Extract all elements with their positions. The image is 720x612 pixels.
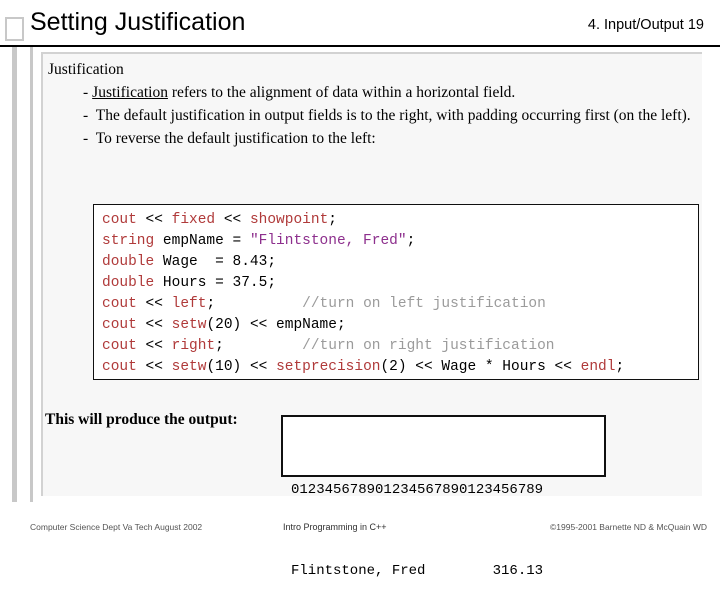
code-token-kw: showpoint (249, 212, 329, 228)
chapter-label: 4. Input/Output 19 (587, 17, 704, 33)
code-line: cout << left; //turn on left justificati… (102, 294, 698, 315)
bullet-item-text: The default justification in output fiel… (92, 107, 691, 124)
code-block: cout << fixed << showpoint; string empNam… (93, 204, 699, 380)
bullet-list: Justification - Justification refers to t… (48, 60, 693, 151)
code-token-kw: string (102, 233, 155, 249)
bullet-heading: Justification (48, 61, 124, 78)
code-token-pl: ; (215, 338, 224, 354)
bullet-dash: - (83, 130, 89, 147)
code-token-str: "Flintstone, Fred" (249, 233, 407, 249)
code-token-pl: << (136, 338, 172, 354)
code-token-pl: << (215, 212, 250, 228)
decor-vertical-bar-outer (12, 47, 17, 502)
code-token-pl: ; (328, 212, 337, 228)
code-token-kw: fixed (171, 212, 216, 228)
output-result-line: Flintstone, Fred 316.13 (291, 563, 544, 579)
code-token-kw: left (171, 296, 207, 312)
bullet-item: - To reverse the default justification t… (48, 128, 693, 149)
code-token-kw: cout (102, 338, 137, 354)
code-token-kw: setw (171, 359, 207, 375)
code-token-kw: cout (102, 359, 137, 375)
code-token-pl: ; (615, 359, 625, 375)
code-token-kw: setprecision (276, 359, 381, 375)
code-token-pl: (2) << Wage * Hours << (380, 359, 581, 375)
bullet-item-text: refers to the alignment of data within a… (167, 84, 516, 101)
header-divider (0, 45, 720, 47)
code-line: string empName = "Flintstone, Fred"; (102, 231, 698, 252)
slide-header: Setting Justification 4. Input/Output 19 (0, 8, 720, 44)
code-line: cout << setw(20) << empName; (102, 315, 698, 336)
code-line: cout << fixed << showpoint; (102, 210, 698, 231)
code-token-pl: << (136, 212, 172, 228)
code-token-kw: double (102, 275, 155, 291)
bullet-dash: - (83, 107, 89, 124)
bullet-item: - Justification refers to the alignment o… (48, 82, 693, 103)
code-token-kw: cout (102, 317, 137, 333)
code-token-pl: (10) << (206, 359, 277, 375)
bullet-dash: - (83, 84, 89, 101)
code-line: cout << right; //turn on right justifica… (102, 336, 698, 357)
code-token-kw: cout (102, 296, 137, 312)
code-token-kw: double (102, 254, 155, 270)
footer-right: ©1995-2001 Barnette ND & McQuain WD (550, 522, 707, 532)
code-token-cmt: //turn on right justification (302, 338, 555, 354)
code-token-pl: (20) << empName; (206, 317, 346, 333)
footer-left: Computer Science Dept Va Tech August 200… (30, 522, 203, 532)
code-token-pl: ; (406, 233, 416, 249)
output-ruler-line: 012345678901234567890123456789 (291, 482, 544, 498)
bullet-item: - The default justification in output fi… (48, 105, 693, 126)
decor-vertical-bar-inner (30, 47, 33, 502)
page-title: Setting Justification (30, 8, 246, 36)
code-token-kw: cout (102, 212, 137, 228)
footer-center: Intro Programming in C++ (283, 522, 387, 532)
code-token-pl: Wage = 8.43; (154, 254, 277, 270)
code-token-pl: << (136, 359, 172, 375)
code-line: double Hours = 37.5; (102, 273, 698, 294)
produce-output-label: This will produce the output: (45, 411, 238, 428)
bullet-item-emphasis: Justification (92, 84, 168, 101)
slide-footer: Computer Science Dept Va Tech August 200… (0, 520, 720, 540)
code-token-kw: endl (580, 359, 616, 375)
code-token-pl: empName = (154, 233, 250, 249)
code-token-kw: right (171, 338, 216, 354)
code-token-pl: << (136, 317, 172, 333)
program-output-box: 012345678901234567890123456789 Flintston… (281, 415, 606, 579)
bullet-item-text: To reverse the default justification to … (92, 130, 376, 147)
code-line: double Wage = 8.43; (102, 252, 698, 273)
code-token-cmt: //turn on left justification (302, 296, 546, 312)
code-token-pl: Hours = 37.5; (154, 275, 277, 291)
code-token-pl: ; (206, 296, 216, 312)
code-line: cout << setw(10) << setprecision(2) << W… (102, 357, 698, 378)
code-token-kw: setw (171, 317, 207, 333)
code-token-pl: << (136, 296, 172, 312)
